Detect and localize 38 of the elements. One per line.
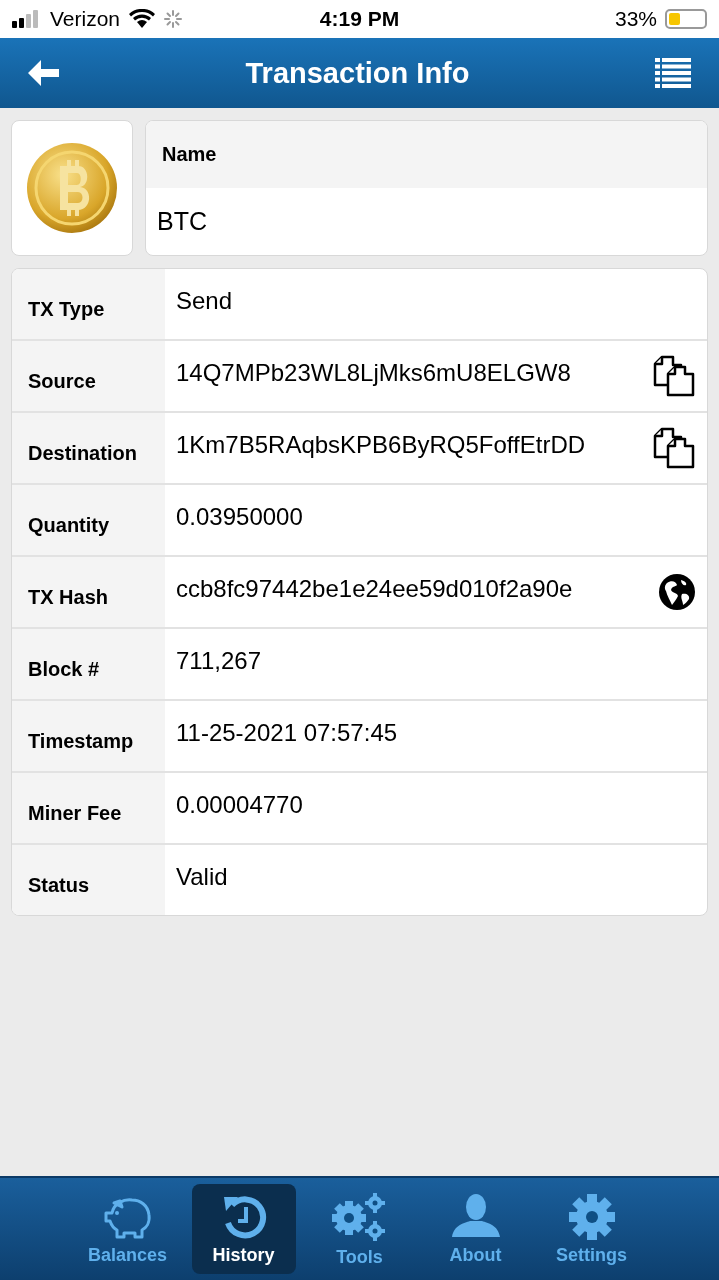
field-label: Status <box>28 873 90 897</box>
globe-icon[interactable] <box>659 574 695 610</box>
field-label: TX Hash <box>28 585 109 609</box>
field-value: 1Km7B5RAqbsKPB6ByRQ5FoffEtrDD <box>176 431 586 459</box>
back-arrow-icon[interactable] <box>28 60 60 86</box>
field-label: TX Type <box>28 297 105 321</box>
field-value: 0.00004770 <box>176 791 303 819</box>
name-label: Name <box>162 143 217 166</box>
field-label: Source <box>28 369 96 393</box>
tab[interactable]: About <box>423 1184 528 1274</box>
field-label: Timestamp <box>28 729 134 753</box>
tab[interactable]: Tools <box>307 1184 412 1274</box>
battery-percent: 33% <box>614 7 657 31</box>
field-label: Miner Fee <box>28 801 122 825</box>
field-value: 11-25-2021 07:57:45 <box>176 719 398 747</box>
clock-time: 4:19 PM <box>319 7 400 31</box>
loading-icon <box>164 10 183 28</box>
copy-icon[interactable] <box>653 427 695 469</box>
wifi-icon <box>128 9 157 29</box>
name-value: BTC <box>157 207 207 236</box>
bitcoin-coin-icon <box>26 142 118 234</box>
field-value: 711,267 <box>176 647 261 675</box>
carrier-name: Verizon <box>50 7 121 31</box>
tab[interactable]: History <box>191 1184 296 1274</box>
field-value: Send <box>176 287 233 315</box>
tab[interactable]: Settings <box>539 1184 644 1274</box>
field-value: Valid <box>176 863 228 891</box>
copy-icon[interactable] <box>653 355 695 397</box>
field-value: 0.03950000 <box>176 503 303 531</box>
field-label: Destination <box>28 441 137 465</box>
field-label: Block # <box>28 657 100 681</box>
field-value: ccb8fc97442be1e24ee59d010f2a90e <box>176 575 573 603</box>
tab[interactable]: Balances <box>75 1184 180 1274</box>
list-icon[interactable] <box>655 58 691 88</box>
page-title: Transaction Info <box>245 56 470 90</box>
field-label: Quantity <box>28 513 110 537</box>
battery-icon <box>665 9 707 29</box>
field-value: 14Q7MPb23WL8LjMks6mU8ELGW8 <box>176 359 571 387</box>
